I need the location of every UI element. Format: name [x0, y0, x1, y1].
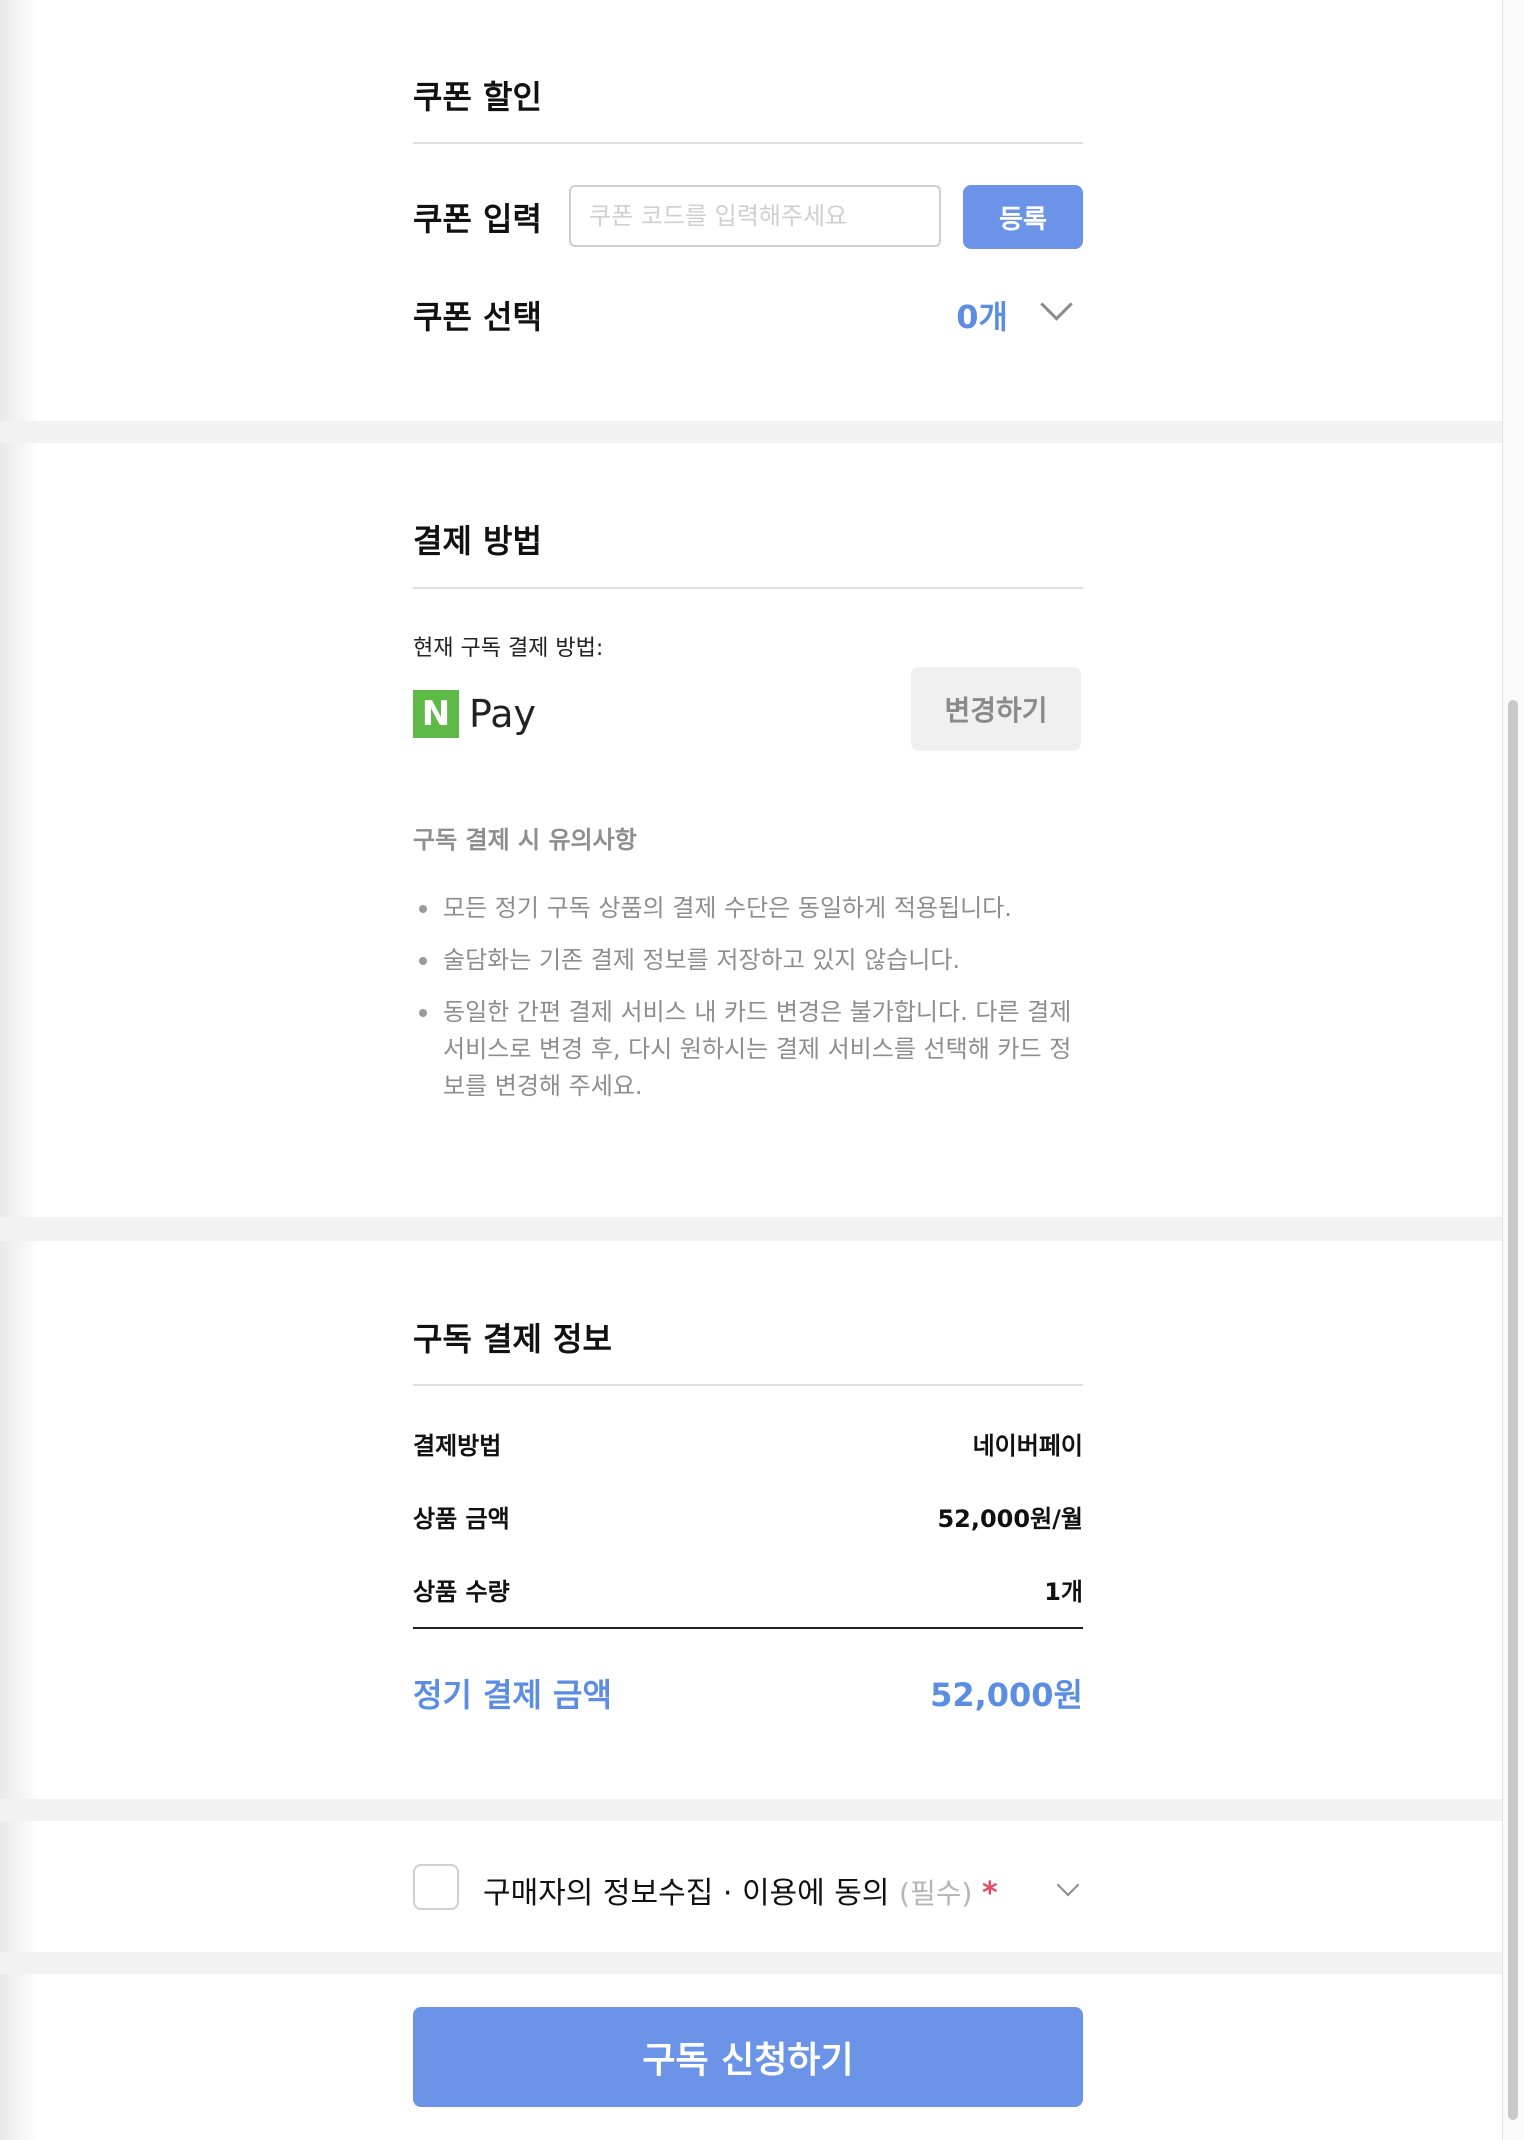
chevron-down-icon[interactable] [1056, 1873, 1080, 1897]
list-item: 동일한 간편 결제 서비스 내 카드 변경은 불가합니다. 다른 결제 서비스로… [413, 994, 1083, 1105]
coupon-count[interactable]: 0개 [956, 292, 1008, 338]
summary-section-rule [413, 1384, 1083, 1386]
scrollbar-thumb[interactable] [1508, 700, 1518, 2120]
coupon-select-label: 쿠폰 선택 [413, 298, 542, 336]
coupon-code-input[interactable] [569, 185, 941, 247]
agreement-text: 구매자의 정보수집 · 이용에 동의 [483, 1876, 890, 1911]
summary-row-value: 네이버페이 [972, 1432, 1083, 1460]
chevron-down-icon[interactable] [1040, 288, 1073, 321]
agreement-required-tag: (필수) [899, 1877, 973, 1910]
recurring-total-label: 정기 결제 금액 [413, 1676, 612, 1714]
summary-row-value: 1개 [1044, 1578, 1083, 1606]
summary-row-label: 상품 수량 [413, 1578, 510, 1606]
list-item: 모든 정기 구독 상품의 결제 수단은 동일하게 적용됩니다. [413, 890, 1083, 927]
summary-row-price: 상품 금액 52,000원/월 [413, 1499, 1083, 1535]
summary-row-label: 결제방법 [413, 1432, 502, 1460]
change-payment-button[interactable]: 변경하기 [911, 667, 1081, 751]
payment-notice-title: 구독 결제 시 유의사항 [413, 826, 637, 854]
agreement-label[interactable]: 구매자의 정보수집 · 이용에 동의 (필수) * [483, 1868, 998, 1912]
payment-notice-list: 모든 정기 구독 상품의 결제 수단은 동일하게 적용됩니다. 술담화는 기존 … [413, 890, 1083, 1120]
naver-pay-logo: N Pay [413, 690, 536, 738]
summary-row-value: 52,000원/월 [937, 1505, 1083, 1533]
summary-section-title: 구독 결제 정보 [413, 1320, 612, 1358]
summary-total-rule [413, 1627, 1083, 1629]
list-item: 술담화는 기존 결제 정보를 저장하고 있지 않습니다. [413, 942, 1083, 979]
payment-method-name: Pay [469, 692, 536, 736]
payment-section-title: 결제 방법 [413, 522, 542, 560]
recurring-total-row: 정기 결제 금액 52,000원 [413, 1670, 1083, 1714]
agreement-checkbox[interactable] [413, 1864, 459, 1910]
payment-section-rule [413, 587, 1083, 589]
summary-row-payment-method: 결제방법 네이버페이 [413, 1426, 1083, 1462]
naver-n-icon: N [413, 690, 459, 738]
checkout-column: 쿠폰 할인 쿠폰 입력 등록 쿠폰 선택 0개 결제 방법 현재 구독 결제 방… [413, 0, 1083, 2140]
subscribe-submit-button[interactable]: 구독 신청하기 [413, 2007, 1083, 2107]
coupon-input-label: 쿠폰 입력 [413, 200, 542, 238]
summary-row-label: 상품 금액 [413, 1505, 510, 1533]
current-payment-label: 현재 구독 결제 방법: [413, 636, 604, 661]
summary-row-quantity: 상품 수량 1개 [413, 1572, 1083, 1608]
recurring-total-value: 52,000원 [930, 1676, 1083, 1714]
required-star: * [981, 1876, 998, 1911]
coupon-section-rule [413, 142, 1083, 144]
coupon-register-button[interactable]: 등록 [963, 185, 1083, 249]
coupon-section-title: 쿠폰 할인 [413, 78, 542, 116]
